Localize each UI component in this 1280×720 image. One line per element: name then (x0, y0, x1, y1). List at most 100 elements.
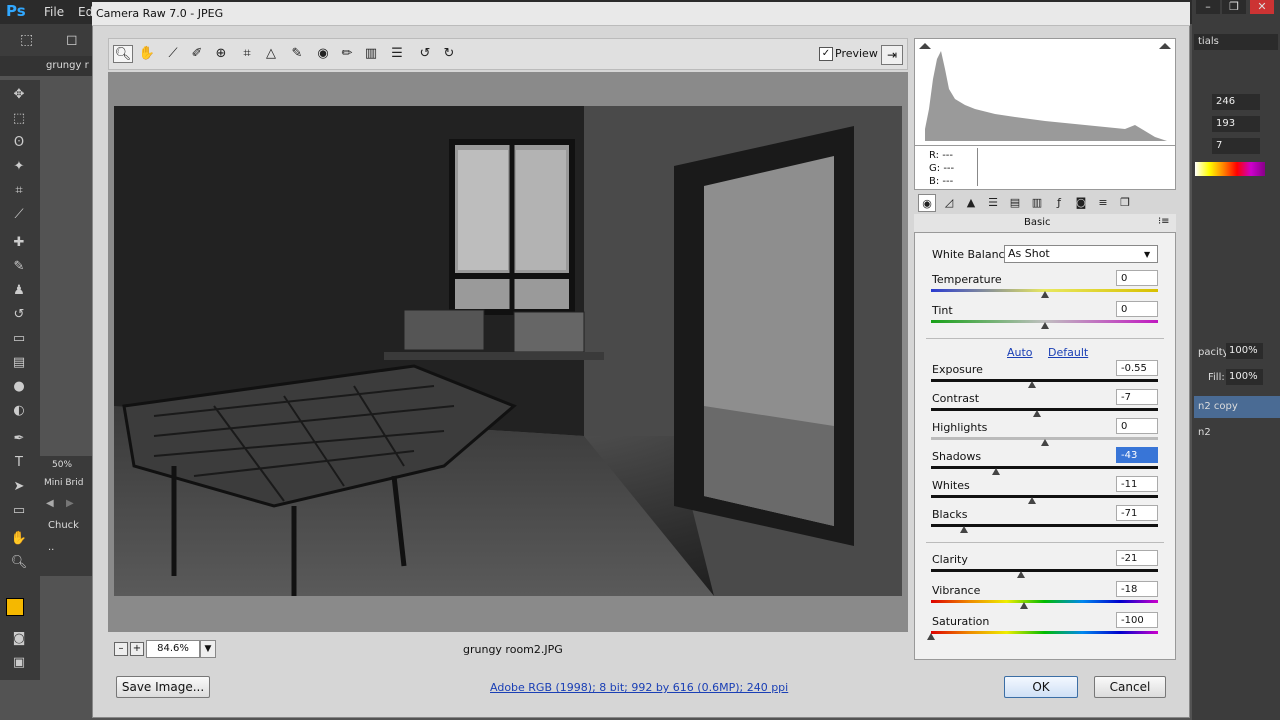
shadows-slider-thumb[interactable] (992, 468, 1000, 475)
crop-icon[interactable]: ⌗ (237, 45, 257, 63)
save-image-button[interactable]: Save Image... (116, 676, 210, 698)
shape-tool-icon[interactable]: ▭ (8, 502, 30, 520)
zoom-dropdown-icon[interactable]: ▼ (200, 640, 216, 658)
whites-slider-thumb[interactable] (1028, 497, 1036, 504)
shadow-clip-warning-icon[interactable] (919, 43, 931, 49)
spot-removal-icon[interactable]: ✎ (287, 45, 307, 63)
blur-tool-icon[interactable]: ● (8, 378, 30, 396)
move-tool-icon[interactable]: ✥ (8, 86, 30, 104)
rotate-cw-icon[interactable]: ↻ (439, 45, 459, 63)
gradient-tool-icon[interactable]: ▤ (8, 354, 30, 372)
color-sampler-icon[interactable]: ✐ (187, 45, 207, 63)
rotate-ccw-icon[interactable]: ↺ (415, 45, 435, 63)
temperature-value-field[interactable]: 0 (1116, 270, 1158, 286)
menu-file[interactable]: File (44, 5, 64, 19)
clarity-slider-track[interactable] (931, 569, 1158, 572)
zoom-tool-icon[interactable]: 🔍︎ (8, 554, 30, 572)
tint-slider-thumb[interactable] (1041, 322, 1049, 329)
red-eye-icon[interactable]: ◉ (313, 45, 333, 63)
fullscreen-toggle-icon[interactable]: ⇥ (881, 45, 903, 65)
pen-tool-icon[interactable]: ✒ (8, 430, 30, 448)
history-brush-icon[interactable]: ↺ (8, 306, 30, 324)
close-icon[interactable]: ✕ (1250, 0, 1274, 14)
highlights-value-field[interactable]: 0 (1116, 418, 1158, 434)
auto-link[interactable]: Auto (1007, 346, 1033, 359)
saturation-slider-thumb[interactable] (927, 633, 935, 640)
chuck-folder[interactable]: Chuck (48, 520, 79, 531)
eraser-tool-icon[interactable]: ▭ (8, 330, 30, 348)
zoom-level-field[interactable]: 84.6% (146, 640, 200, 658)
exposure-slider-track[interactable] (931, 379, 1158, 382)
fill-field[interactable]: 100% (1226, 369, 1263, 385)
clarity-slider-thumb[interactable] (1017, 571, 1025, 578)
detail-tab-icon[interactable]: ▲ (962, 194, 980, 212)
preferences-icon[interactable]: ☰ (387, 45, 407, 63)
color-value-g[interactable]: 193 (1212, 116, 1260, 132)
workflow-options-link[interactable]: Adobe RGB (1998); 8 bit; 992 by 616 (0.6… (490, 681, 788, 694)
color-ramp[interactable] (1195, 162, 1265, 176)
target-adjust-icon[interactable]: ⊕ (211, 45, 231, 63)
hand-icon[interactable]: ✋ (137, 45, 157, 63)
workspace-select[interactable]: tials (1194, 34, 1278, 50)
exposure-slider-thumb[interactable] (1028, 381, 1036, 388)
magic-wand-icon[interactable]: ✦ (8, 158, 30, 176)
lens-corrections-tab-icon[interactable]: ▥ (1028, 194, 1046, 212)
exposure-value-field[interactable]: -0.55 (1116, 360, 1158, 376)
ok-button[interactable]: OK (1004, 676, 1078, 698)
tint-value-field[interactable]: 0 (1116, 301, 1158, 317)
white-balance-icon[interactable]: ⟋ (163, 45, 183, 63)
color-value-r[interactable]: 246 (1212, 94, 1260, 110)
whites-slider-track[interactable] (931, 495, 1158, 498)
zoom-icon[interactable]: 🔍︎ (113, 45, 133, 63)
hand-tool-icon[interactable]: ✋ (8, 530, 30, 548)
minimize-icon[interactable]: – (1196, 0, 1220, 14)
opacity-field[interactable]: 100% (1226, 343, 1263, 359)
contrast-slider-track[interactable] (931, 408, 1158, 411)
new-selection-icon[interactable]: ◻ (66, 32, 78, 48)
contrast-slider-thumb[interactable] (1033, 410, 1041, 417)
quick-mask-icon[interactable]: ◙ (8, 630, 30, 648)
hsl-tab-icon[interactable]: ☰ (984, 194, 1002, 212)
stamp-tool-icon[interactable]: ♟ (8, 282, 30, 300)
split-toning-tab-icon[interactable]: ▤ (1006, 194, 1024, 212)
brush-tool-icon[interactable]: ✎ (8, 258, 30, 276)
shadows-value-field[interactable]: -43 (1116, 447, 1158, 463)
adjustment-brush-icon[interactable]: ✏ (337, 45, 357, 63)
foreground-color-swatch[interactable] (6, 598, 24, 616)
blacks-slider-thumb[interactable] (960, 526, 968, 533)
back-arrow-icon[interactable]: ◀ (46, 498, 54, 509)
clarity-value-field[interactable]: -21 (1116, 550, 1158, 566)
contrast-value-field[interactable]: -7 (1116, 389, 1158, 405)
default-link[interactable]: Default (1048, 346, 1088, 359)
document-tab[interactable]: grungy r (46, 60, 89, 71)
layer-row-selected[interactable]: n2 copy (1194, 396, 1280, 418)
highlights-slider-thumb[interactable] (1041, 439, 1049, 446)
whites-value-field[interactable]: -11 (1116, 476, 1158, 492)
marquee-tool-icon[interactable]: ⬚ (8, 110, 30, 128)
healing-tool-icon[interactable]: ✚ (8, 234, 30, 252)
presets-tab-icon[interactable]: ≡ (1094, 194, 1112, 212)
lasso-tool-icon[interactable]: ʘ (8, 134, 30, 152)
layer-row[interactable]: n2 (1194, 422, 1280, 444)
marquee-option-icon[interactable]: ⬚ (20, 32, 33, 48)
vibrance-value-field[interactable]: -18 (1116, 581, 1158, 597)
saturation-value-field[interactable]: -100 (1116, 612, 1158, 628)
white-balance-select[interactable]: As Shot (1004, 245, 1158, 263)
forward-arrow-icon[interactable]: ▶ (66, 498, 74, 509)
restore-icon[interactable]: ❐ (1222, 0, 1246, 14)
color-value-b[interactable]: 7 (1212, 138, 1260, 154)
blacks-value-field[interactable]: -71 (1116, 505, 1158, 521)
panel-menu-icon[interactable]: ⁝≡ (1158, 216, 1170, 227)
basic-tab-icon[interactable]: ◉ (918, 194, 936, 212)
highlight-clip-warning-icon[interactable] (1159, 43, 1171, 49)
crop-tool-icon[interactable]: ⌗ (8, 182, 30, 200)
preview-checkbox[interactable]: ✓ (819, 47, 833, 61)
camera-calibration-tab-icon[interactable]: ◙ (1072, 194, 1090, 212)
screen-mode-icon[interactable]: ▣ (8, 654, 30, 672)
dodge-tool-icon[interactable]: ◐ (8, 402, 30, 420)
path-select-icon[interactable]: ➤ (8, 478, 30, 496)
eyedropper-tool-icon[interactable]: ⟋ (8, 206, 30, 224)
temperature-slider-thumb[interactable] (1041, 291, 1049, 298)
graduated-filter-icon[interactable]: ▥ (361, 45, 381, 63)
zoom-out-button[interactable]: – (114, 642, 128, 656)
